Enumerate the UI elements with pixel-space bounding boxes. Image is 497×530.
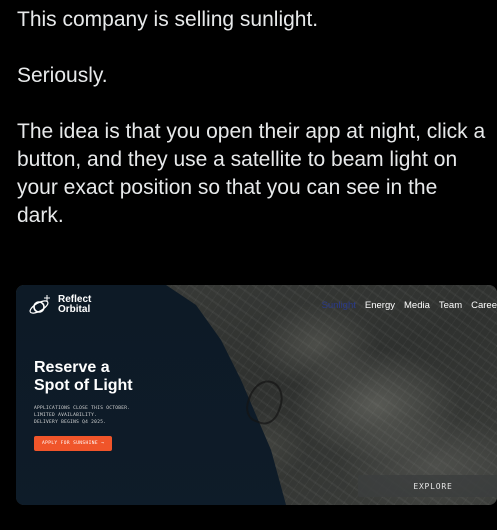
nav-energy[interactable]: Energy: [365, 300, 395, 311]
hero-title-line-2: Spot of Light: [34, 377, 133, 394]
hero-subtext: APPLICATIONS CLOSE THIS OCTOBER. LIMITED…: [34, 405, 194, 426]
post-line-description: The idea is that you open their app at n…: [17, 120, 486, 227]
website-screenshot-card[interactable]: Reflect Orbital Sunlight Energy Media Te…: [16, 285, 497, 505]
orbit-logo-icon: [29, 295, 50, 314]
hero-sub-line-2: LIMITED AVAILABILITY.: [34, 413, 98, 418]
logo[interactable]: Reflect Orbital: [28, 293, 91, 317]
hero-title-line-1: Reserve a: [34, 359, 110, 376]
nav-careers[interactable]: Caree: [471, 300, 497, 311]
nav-sunlight[interactable]: Sunlight: [322, 300, 356, 311]
logo-line-2: Orbital: [58, 304, 91, 315]
top-nav: Sunlight Energy Media Team Caree: [322, 300, 497, 311]
hero-title: Reserve a Spot of Light: [34, 359, 194, 395]
explore-button[interactable]: EXPLORE: [358, 475, 497, 497]
post-text: This company is selling sunlight. Seriou…: [17, 6, 487, 230]
hero-sub-line-1: APPLICATIONS CLOSE THIS OCTOBER.: [34, 406, 131, 411]
apply-for-sunshine-button[interactable]: APPLY FOR SUNSHINE →: [34, 436, 113, 451]
post-line-headline: This company is selling sunlight.: [17, 8, 319, 31]
hero-section: Reserve a Spot of Light APPLICATIONS CLO…: [34, 359, 194, 451]
post-line-seriously: Seriously.: [17, 64, 108, 87]
logo-text: Reflect Orbital: [58, 295, 91, 315]
nav-media[interactable]: Media: [404, 300, 430, 311]
nav-team[interactable]: Team: [439, 300, 462, 311]
hero-sub-line-3: DELIVERY BEGINS Q4 2025.: [34, 420, 107, 425]
